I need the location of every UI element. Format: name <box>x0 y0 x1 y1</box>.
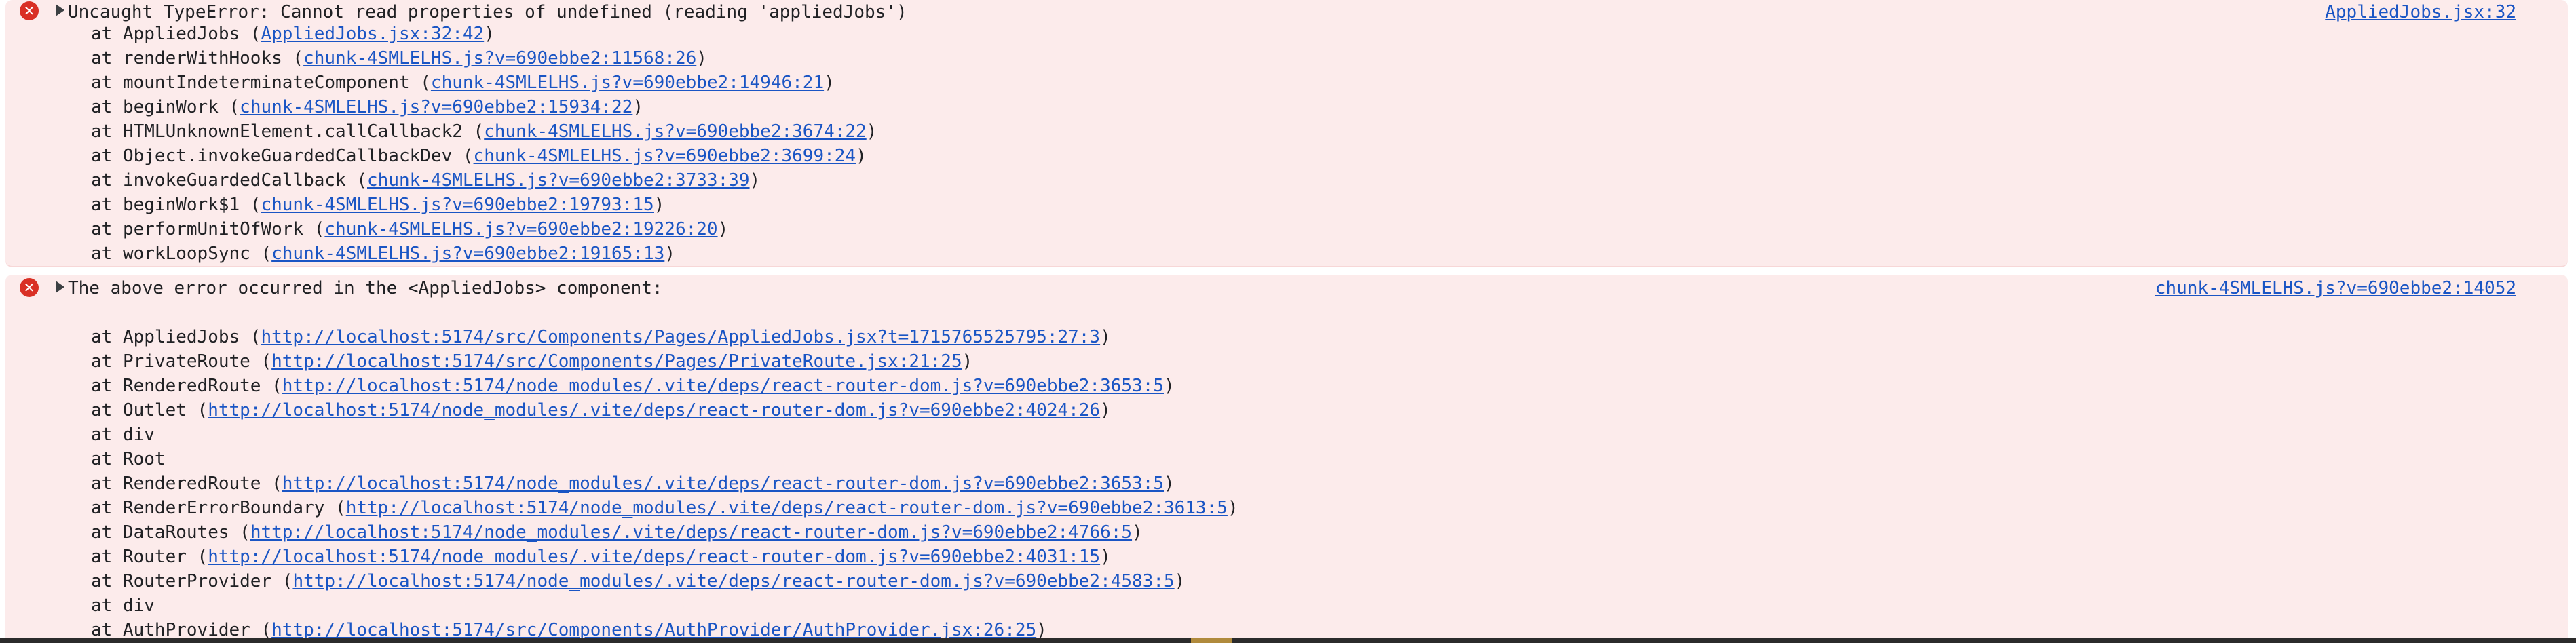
frame-function: beginWork <box>122 97 219 117</box>
frame-function: beginWork$1 <box>122 195 240 215</box>
taskbar-strip <box>0 638 2576 643</box>
frame-function: AppliedJobs <box>122 24 240 44</box>
frame-function: Root <box>122 449 166 469</box>
frame-function: Router <box>122 547 187 567</box>
frame-location-link[interactable]: chunk-4SMLELHS.js?v=690ebbe2:19226:20 <box>324 219 717 239</box>
frame-location-link[interactable]: chunk-4SMLELHS.js?v=690ebbe2:11568:26 <box>303 48 696 69</box>
frame-function: renderWithHooks <box>122 48 282 69</box>
frame-function: div <box>122 596 155 616</box>
frame-location-link[interactable]: http://localhost:5174/node_modules/.vite… <box>250 522 1132 543</box>
frame-location-link[interactable]: http://localhost:5174/node_modules/.vite… <box>346 498 1228 518</box>
stack-frame: at Object.invokeGuardedCallbackDev (chun… <box>91 146 867 166</box>
frame-location-link[interactable]: chunk-4SMLELHS.js?v=690ebbe2:3699:24 <box>474 146 856 166</box>
frame-location-link[interactable]: http://localhost:5174/src/Components/Pag… <box>271 351 962 372</box>
frame-function: workLoopSync <box>122 243 250 264</box>
devtools-console: ✕ Uncaught TypeError: Cannot read proper… <box>0 0 2576 643</box>
frame-function: RenderErrorBoundary <box>122 498 325 518</box>
stack-frame: at PrivateRoute (http://localhost:5174/s… <box>91 351 973 372</box>
stack-frame: at DataRoutes (http://localhost:5174/nod… <box>91 522 1143 543</box>
stack-frame: at mountIndeterminateComponent (chunk-4S… <box>91 73 835 93</box>
stack-frame: at beginWork (chunk-4SMLELHS.js?v=690ebb… <box>91 97 644 117</box>
frame-location-link[interactable]: chunk-4SMLELHS.js?v=690ebbe2:3674:22 <box>484 121 867 142</box>
stack-frame: at workLoopSync (chunk-4SMLELHS.js?v=690… <box>91 243 675 264</box>
stack-frame: at div <box>91 596 155 616</box>
frame-function: RenderedRoute <box>122 376 261 396</box>
stack-frame: at performUnitOfWork (chunk-4SMLELHS.js?… <box>91 219 729 239</box>
expand-triangle-icon[interactable] <box>56 281 64 293</box>
expand-triangle-icon[interactable] <box>56 4 64 16</box>
frame-function: Object.invokeGuardedCallbackDev <box>122 146 453 166</box>
console-error-message: ✕ Uncaught TypeError: Cannot read proper… <box>5 0 2568 267</box>
frame-function: HTMLUnknownElement.callCallback2 <box>122 121 463 142</box>
frame-function: PrivateRoute <box>122 351 250 372</box>
frame-function: AppliedJobs <box>122 327 240 347</box>
frame-location-link[interactable]: AppliedJobs.jsx:32:42 <box>261 24 484 44</box>
frame-function: RouterProvider <box>122 571 272 591</box>
frame-function: RenderedRoute <box>122 473 261 494</box>
frame-location-link[interactable]: http://localhost:5174/node_modules/.vite… <box>208 400 1100 421</box>
stack-frame: at div <box>91 425 155 445</box>
stack-frame: at renderWithHooks (chunk-4SMLELHS.js?v=… <box>91 48 707 69</box>
frame-location-link[interactable]: http://localhost:5174/node_modules/.vite… <box>282 376 1164 396</box>
frame-location-link[interactable]: http://localhost:5174/src/Components/Pag… <box>261 327 1100 347</box>
frame-location-link[interactable]: chunk-4SMLELHS.js?v=690ebbe2:19165:13 <box>271 243 664 264</box>
stack-frame: at invokeGuardedCallback (chunk-4SMLELHS… <box>91 170 761 191</box>
frame-location-link[interactable]: http://localhost:5174/node_modules/.vite… <box>208 547 1100 567</box>
error-source-link[interactable]: chunk-4SMLELHS.js?v=690ebbe2:14052 <box>2155 276 2516 300</box>
stack-frame: at RenderedRoute (http://localhost:5174/… <box>91 473 1175 494</box>
error-headline: Uncaught TypeError: Cannot read properti… <box>68 2 907 22</box>
frame-location-link[interactable]: http://localhost:5174/node_modules/.vite… <box>292 571 1174 591</box>
taskbar-accent <box>1191 638 1232 643</box>
error-icon: ✕ <box>20 1 39 20</box>
stack-frame: at RenderedRoute (http://localhost:5174/… <box>91 376 1175 396</box>
frame-location-link[interactable]: chunk-4SMLELHS.js?v=690ebbe2:19793:15 <box>261 195 654 215</box>
stack-frame: at AppliedJobs (http://localhost:5174/sr… <box>91 327 1111 347</box>
frame-function: performUnitOfWork <box>122 219 304 239</box>
stack-frame: at RouterProvider (http://localhost:5174… <box>91 571 1186 591</box>
stack-frame: at beginWork$1 (chunk-4SMLELHS.js?v=690e… <box>91 195 665 215</box>
stack-frame: at Outlet (http://localhost:5174/node_mo… <box>91 400 1111 421</box>
error-icon: ✕ <box>20 278 39 297</box>
error-headline: The above error occurred in the <Applied… <box>68 278 663 298</box>
frame-function: mountIndeterminateComponent <box>122 73 410 93</box>
frame-location-link[interactable]: http://localhost:5174/node_modules/.vite… <box>282 473 1164 494</box>
frame-function: Outlet <box>122 400 187 421</box>
frame-function: div <box>122 425 155 445</box>
frame-location-link[interactable]: chunk-4SMLELHS.js?v=690ebbe2:14946:21 <box>431 73 824 93</box>
stack-frame: at Root <box>91 449 166 469</box>
stack-frame: at HTMLUnknownElement.callCallback2 (chu… <box>91 121 877 142</box>
frame-function: DataRoutes <box>122 522 229 543</box>
frame-location-link[interactable]: chunk-4SMLELHS.js?v=690ebbe2:15934:22 <box>240 97 632 117</box>
console-error-message: ✕ The above error occurred in the <Appli… <box>5 275 2568 643</box>
stack-frame: at RenderErrorBoundary (http://localhost… <box>91 498 1238 518</box>
frame-location-link[interactable]: chunk-4SMLELHS.js?v=690ebbe2:3733:39 <box>367 170 750 191</box>
error-source-link[interactable]: AppliedJobs.jsx:32 <box>2325 0 2516 24</box>
frame-function: invokeGuardedCallback <box>122 170 346 191</box>
stack-frame: at AppliedJobs (AppliedJobs.jsx:32:42) <box>91 24 495 44</box>
stack-frame: at Router (http://localhost:5174/node_mo… <box>91 547 1111 567</box>
